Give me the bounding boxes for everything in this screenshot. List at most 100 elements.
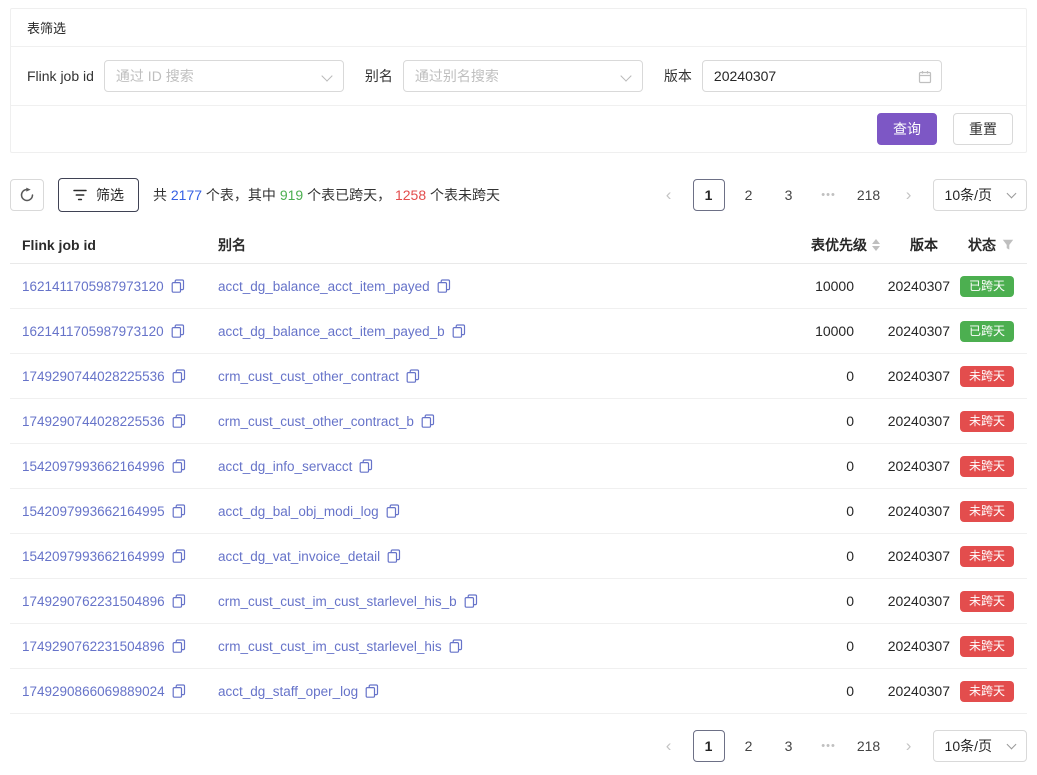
copy-icon[interactable] xyxy=(387,549,401,563)
pagination-page-last[interactable]: 218 xyxy=(853,179,885,211)
pagination-page-2[interactable]: 2 xyxy=(733,179,765,211)
alias-link[interactable]: crm_cust_cust_other_contract xyxy=(218,369,399,384)
header-alias: 别名 xyxy=(206,235,760,255)
pagination-prev-button[interactable]: ‹ xyxy=(653,730,685,762)
copy-icon[interactable] xyxy=(365,684,379,698)
bottom-pagination-bar: ‹ 1 2 3 ••• 218 › 10条/页 xyxy=(10,730,1027,762)
filter-toggle-button[interactable]: 筛选 xyxy=(58,178,139,212)
version-input[interactable] xyxy=(703,61,941,91)
chevron-right-icon: › xyxy=(906,736,912,756)
copy-icon[interactable] xyxy=(171,324,185,338)
priority-cell: 0 xyxy=(760,548,880,564)
copy-icon[interactable] xyxy=(172,459,186,473)
alias-cell: acct_dg_balance_acct_item_payed xyxy=(206,279,760,294)
version-label: 版本 xyxy=(664,66,692,86)
pagination-page-last[interactable]: 218 xyxy=(853,730,885,762)
flink-job-id-link[interactable]: 1749290762231504896 xyxy=(22,639,165,654)
copy-icon[interactable] xyxy=(172,549,186,563)
alias-cell: acct_dg_staff_oper_log xyxy=(206,684,760,699)
pagination-page-1[interactable]: 1 xyxy=(693,730,725,762)
chevron-right-icon: › xyxy=(906,185,912,205)
pagination: ‹ 1 2 3 ••• 218 › 10条/页 xyxy=(653,730,1027,762)
status-cell: 未跨天 xyxy=(950,546,1027,567)
copy-icon[interactable] xyxy=(359,459,373,473)
flink-job-id-link[interactable]: 1542097993662164995 xyxy=(22,504,165,519)
flink-job-id-cell: 1749290744028225536 xyxy=(10,414,206,429)
summary-prefix: 共 xyxy=(153,187,171,203)
table-row: 1749290744028225536 crm_cust_cust_other_… xyxy=(10,399,1027,444)
copy-icon[interactable] xyxy=(437,279,451,293)
status-badge: 未跨天 xyxy=(960,366,1014,387)
copy-icon[interactable] xyxy=(386,504,400,518)
pagination-page-3[interactable]: 3 xyxy=(773,179,805,211)
flink-job-id-input[interactable] xyxy=(105,61,343,91)
table-row: 1749290762231504896 crm_cust_cust_im_cus… xyxy=(10,624,1027,669)
pagination-next-button[interactable]: › xyxy=(893,730,925,762)
copy-icon[interactable] xyxy=(421,414,435,428)
copy-icon[interactable] xyxy=(172,369,186,383)
flink-job-id-link[interactable]: 1749290762231504896 xyxy=(22,594,165,609)
flink-job-id-select[interactable] xyxy=(104,60,344,92)
version-cell: 20240307 xyxy=(880,278,950,294)
toolbar: 筛选 共 2177 个表，其中 919 个表已跨天， 1258 个表未跨天 ‹ … xyxy=(10,178,1027,212)
alias-link[interactable]: acct_dg_balance_acct_item_payed_b xyxy=(218,324,445,339)
pagination-ellipsis[interactable]: ••• xyxy=(813,730,845,762)
copy-icon[interactable] xyxy=(464,594,478,608)
alias-cell: crm_cust_cust_other_contract xyxy=(206,369,760,384)
flink-job-id-cell: 1749290762231504896 xyxy=(10,594,206,609)
page-size-select[interactable]: 10条/页 xyxy=(933,179,1027,211)
copy-icon[interactable] xyxy=(406,369,420,383)
flink-job-id-link[interactable]: 1621411705987973120 xyxy=(22,279,164,294)
priority-cell: 10000 xyxy=(760,278,880,294)
column-filter-icon[interactable] xyxy=(1002,239,1014,251)
flink-job-id-link[interactable]: 1542097993662164999 xyxy=(22,549,165,564)
alias-link[interactable]: crm_cust_cust_im_cust_starlevel_his xyxy=(218,639,442,654)
alias-link[interactable]: crm_cust_cust_other_contract_b xyxy=(218,414,414,429)
status-badge: 未跨天 xyxy=(960,501,1014,522)
query-button[interactable]: 查询 xyxy=(877,113,937,145)
pagination-next-button[interactable]: › xyxy=(893,179,925,211)
header-priority-sortable[interactable]: 表优先级 xyxy=(760,235,880,255)
copy-icon[interactable] xyxy=(172,414,186,428)
alias-link[interactable]: acct_dg_info_servacct xyxy=(218,459,352,474)
flink-job-id-link[interactable]: 1542097993662164996 xyxy=(22,459,165,474)
table-row: 1542097993662164999 acct_dg_vat_invoice_… xyxy=(10,534,1027,579)
alias-link[interactable]: acct_dg_staff_oper_log xyxy=(218,684,358,699)
alias-link[interactable]: crm_cust_cust_im_cust_starlevel_his_b xyxy=(218,594,457,609)
version-date-picker[interactable] xyxy=(702,60,942,92)
copy-icon[interactable] xyxy=(172,639,186,653)
page-size-select[interactable]: 10条/页 xyxy=(933,730,1027,762)
flink-job-id-link[interactable]: 1621411705987973120 xyxy=(22,324,164,339)
copy-icon[interactable] xyxy=(171,279,185,293)
alias-link[interactable]: acct_dg_vat_invoice_detail xyxy=(218,549,380,564)
pagination-page-1[interactable]: 1 xyxy=(693,179,725,211)
copy-icon[interactable] xyxy=(172,594,186,608)
copy-icon[interactable] xyxy=(172,684,186,698)
copy-icon[interactable] xyxy=(449,639,463,653)
filter-card-title: 表筛选 xyxy=(11,9,1026,47)
refresh-button[interactable] xyxy=(10,179,44,211)
pagination-prev-button[interactable]: ‹ xyxy=(653,179,685,211)
pagination-page-3[interactable]: 3 xyxy=(773,730,805,762)
flink-job-id-link[interactable]: 1749290744028225536 xyxy=(22,414,165,429)
alias-cell: crm_cust_cust_im_cust_starlevel_his_b xyxy=(206,594,760,609)
status-badge: 已跨天 xyxy=(960,321,1014,342)
version-cell: 20240307 xyxy=(880,413,950,429)
copy-icon[interactable] xyxy=(452,324,466,338)
table-row: 1621411705987973120 acct_dg_balance_acct… xyxy=(10,264,1027,309)
alias-input[interactable] xyxy=(404,61,642,91)
alias-link[interactable]: acct_dg_balance_acct_item_payed xyxy=(218,279,430,294)
pagination-page-2[interactable]: 2 xyxy=(733,730,765,762)
chevron-down-icon xyxy=(1007,189,1017,199)
flink-job-id-link[interactable]: 1749290744028225536 xyxy=(22,369,165,384)
flink-job-id-cell: 1621411705987973120 xyxy=(10,324,206,339)
alias-cell: acct_dg_info_servacct xyxy=(206,459,760,474)
alias-select[interactable] xyxy=(403,60,643,92)
flink-job-id-link[interactable]: 1749290866069889024 xyxy=(22,684,165,699)
chevron-down-icon xyxy=(1007,740,1017,750)
version-cell: 20240307 xyxy=(880,368,950,384)
copy-icon[interactable] xyxy=(172,504,186,518)
reset-button[interactable]: 重置 xyxy=(953,113,1013,145)
pagination-ellipsis[interactable]: ••• xyxy=(813,179,845,211)
alias-link[interactable]: acct_dg_bal_obj_modi_log xyxy=(218,504,379,519)
